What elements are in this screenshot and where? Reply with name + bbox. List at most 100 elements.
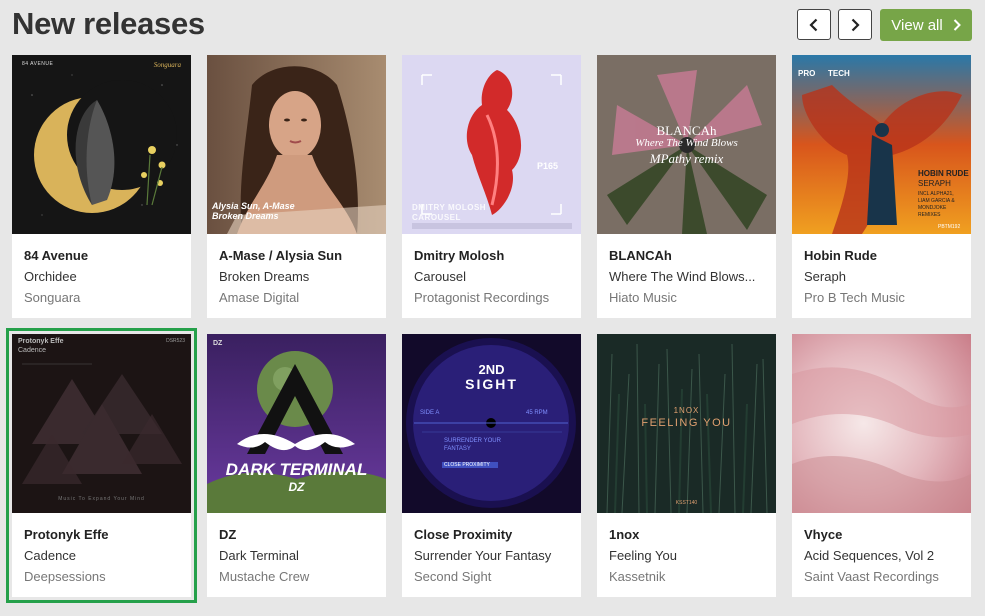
release-artist[interactable]: Close Proximity	[414, 524, 573, 545]
cover-text: HOBIN RUDE	[918, 169, 969, 178]
cover-text: Alysia Sun, A-Mase	[212, 201, 295, 211]
release-title[interactable]: Surrender Your Fantasy	[414, 545, 573, 566]
release-info: DZ Dark Terminal Mustache Crew	[219, 524, 378, 587]
cover-art[interactable]: PRO TECH HOBIN RUDE SERAPH INCL ALPHA21,…	[792, 55, 971, 234]
cover-text: DSR523	[166, 338, 185, 344]
release-artist[interactable]: Dmitry Molosh	[414, 245, 573, 266]
release-card[interactable]: 2ND SIGHT SIDE A 45 RPM SURRENDER YOUR F…	[402, 334, 581, 597]
release-card[interactable]: 84 AVENUE Songuara 84 Avenue Orchidee So…	[12, 55, 191, 318]
release-title[interactable]: Acid Sequences, Vol 2	[804, 545, 963, 566]
release-title[interactable]: Seraph	[804, 266, 963, 287]
cover-text: DZ	[213, 340, 223, 347]
cover-text: Protonyk Effe	[18, 338, 64, 345]
release-label[interactable]: Kassetnik	[609, 566, 768, 587]
release-artist[interactable]: Protonyk Effe	[24, 524, 183, 545]
cover-text: INCL ALPHA21,	[918, 191, 954, 197]
cover-text: CAROUSEL	[412, 213, 461, 222]
release-artist[interactable]: 84 Avenue	[24, 245, 183, 266]
cover-text: CLOSE PROXIMITY	[444, 462, 490, 468]
release-label[interactable]: Protagonist Recordings	[414, 287, 573, 308]
release-artist[interactable]: 1nox	[609, 524, 768, 545]
release-info: 84 Avenue Orchidee Songuara	[24, 245, 183, 308]
cover-text: Music To Expand Your Mind	[58, 496, 145, 502]
release-label[interactable]: Amase Digital	[219, 287, 378, 308]
release-artist[interactable]: Vhyce	[804, 524, 963, 545]
release-card[interactable]: Vhyce Acid Sequences, Vol 2 Saint Vaast …	[792, 334, 971, 597]
chevron-right-icon	[851, 18, 860, 31]
release-title[interactable]: Orchidee	[24, 266, 183, 287]
release-label[interactable]: Mustache Crew	[219, 566, 378, 587]
cover-text: KSST140	[675, 500, 698, 506]
cover-text: REMIXES	[918, 212, 941, 218]
release-card[interactable]: 1NOX FEELING YOU KSST140 1nox Feeling Yo…	[597, 334, 776, 597]
next-page-button[interactable]	[838, 9, 872, 40]
release-title[interactable]: Cadence	[24, 545, 183, 566]
cover-art[interactable]: 84 AVENUE Songuara	[12, 55, 191, 234]
release-info: Protonyk Effe Cadence Deepsessions	[24, 524, 183, 587]
cover-text: 2ND	[478, 362, 505, 377]
cover-art[interactable]: BLANCAh Where The Wind Blows MPathy remi…	[597, 55, 776, 234]
release-artist[interactable]: A-Mase / Alysia Sun	[219, 245, 378, 266]
release-info: Close Proximity Surrender Your Fantasy S…	[414, 524, 573, 587]
release-card[interactable]: DZ DARK TERMINAL DZ DZ Dark Terminal Mus…	[207, 334, 386, 597]
cover-art[interactable]: Alysia Sun, A-Mase Broken Dreams	[207, 55, 386, 234]
release-title[interactable]: Where The Wind Blows...	[609, 266, 768, 287]
cover-art[interactable]	[792, 334, 971, 513]
view-all-button[interactable]: View all	[880, 9, 972, 41]
cover-text: PBTM192	[938, 224, 961, 230]
release-card[interactable]: DMITRY MOLOSH CAROUSEL P165 Dmitry Molos…	[402, 55, 581, 318]
cover-text: FEELING YOU	[641, 417, 732, 429]
release-info: Vhyce Acid Sequences, Vol 2 Saint Vaast …	[804, 524, 963, 587]
release-label[interactable]: Hiato Music	[609, 287, 768, 308]
section-header: New releases View all	[12, 6, 972, 46]
cover-art[interactable]: 2ND SIGHT SIDE A 45 RPM SURRENDER YOUR F…	[402, 334, 581, 513]
view-all-label: View all	[891, 16, 943, 34]
release-card[interactable]: BLANCAh Where The Wind Blows MPathy remi…	[597, 55, 776, 318]
cover-art[interactable]: Protonyk Effe Cadence DSR523 Music To Ex…	[12, 334, 191, 513]
release-title[interactable]: Feeling You	[609, 545, 768, 566]
release-label[interactable]: Second Sight	[414, 566, 573, 587]
release-card[interactable]: Alysia Sun, A-Mase Broken Dreams A-Mase …	[207, 55, 386, 318]
cover-text: 1NOX	[673, 406, 700, 415]
release-label[interactable]: Deepsessions	[24, 566, 183, 587]
cover-text: FANTASY	[444, 446, 471, 452]
cover-text: DZ	[288, 480, 305, 494]
previous-page-button[interactable]	[797, 9, 831, 40]
release-label[interactable]: Songuara	[24, 287, 183, 308]
release-card[interactable]: PRO TECH HOBIN RUDE SERAPH INCL ALPHA21,…	[792, 55, 971, 318]
chevron-left-icon	[809, 18, 818, 31]
cover-art[interactable]: DZ DARK TERMINAL DZ	[207, 334, 386, 513]
release-artist[interactable]: BLANCAh	[609, 245, 768, 266]
release-label[interactable]: Saint Vaast Recordings	[804, 566, 963, 587]
release-title[interactable]: Broken Dreams	[219, 266, 378, 287]
cover-art[interactable]: DMITRY MOLOSH CAROUSEL P165	[402, 55, 581, 234]
cover-text: SIDE A	[420, 410, 440, 416]
cover-text: Cadence	[18, 347, 47, 354]
cover-text: MPathy remix	[649, 151, 724, 166]
release-card[interactable]: Protonyk Effe Cadence DSR523 Music To Ex…	[6, 328, 197, 603]
cover-text: MONDJOKE	[918, 205, 947, 211]
cover-art[interactable]: 1NOX FEELING YOU KSST140	[597, 334, 776, 513]
release-label[interactable]: Pro B Tech Music	[804, 287, 963, 308]
release-info: A-Mase / Alysia Sun Broken Dreams Amase …	[219, 245, 378, 308]
cover-text: SURRENDER YOUR	[444, 438, 501, 444]
cover-text: DMITRY MOLOSH	[412, 203, 487, 212]
cover-text: P165	[537, 161, 559, 171]
cover-text: Where The Wind Blows	[635, 137, 738, 149]
cover-text: LIAM GARCIA &	[918, 198, 955, 204]
release-artist[interactable]: DZ	[219, 524, 378, 545]
release-title[interactable]: Carousel	[414, 266, 573, 287]
release-title[interactable]: Dark Terminal	[219, 545, 378, 566]
release-info: 1nox Feeling You Kassetnik	[609, 524, 768, 587]
cover-text: Songuara	[153, 61, 181, 69]
cover-text: Broken Dreams	[212, 211, 279, 221]
chevron-right-icon	[953, 19, 961, 31]
cover-text: 84 AVENUE	[22, 61, 54, 67]
cover-text: 45 RPM	[526, 410, 548, 416]
section-title: New releases	[12, 6, 205, 41]
cover-text: PRO	[798, 69, 816, 78]
cover-text: DARK TERMINAL	[225, 460, 368, 479]
cover-text: SIGHT	[465, 376, 518, 392]
release-info: BLANCAh Where The Wind Blows... Hiato Mu…	[609, 245, 768, 308]
release-artist[interactable]: Hobin Rude	[804, 245, 963, 266]
